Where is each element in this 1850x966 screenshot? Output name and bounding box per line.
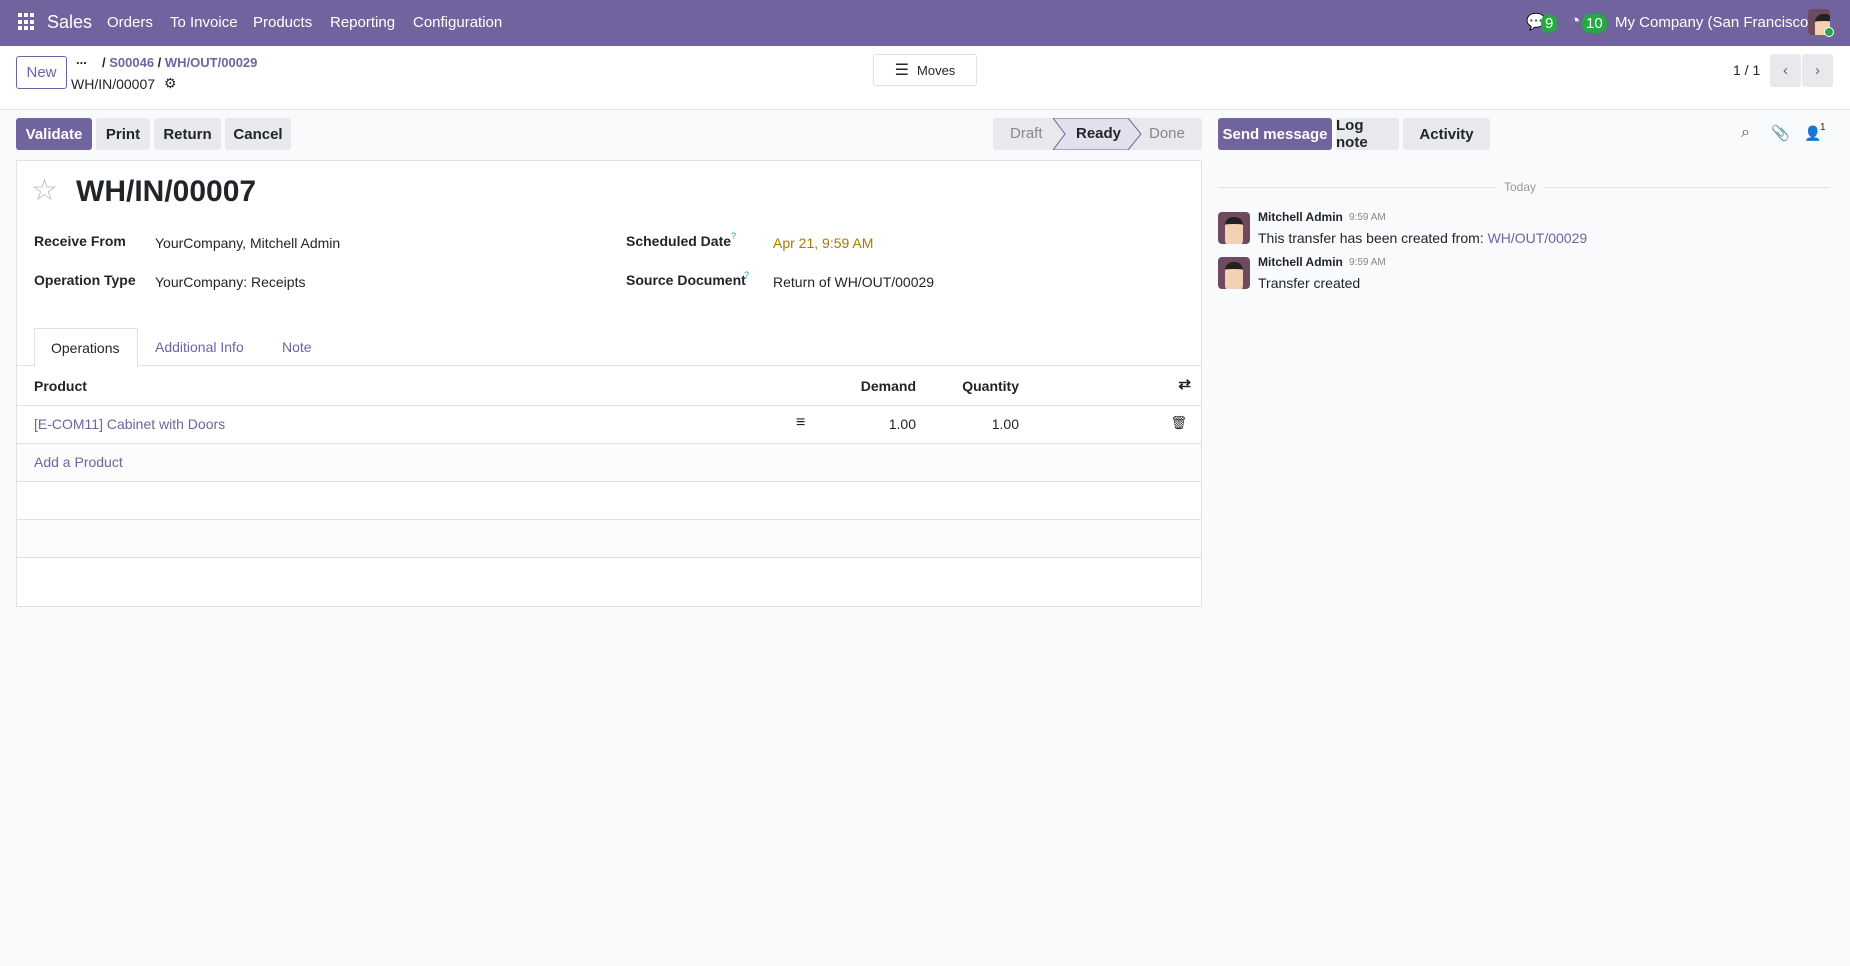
message-body: Transfer created [1258, 275, 1361, 291]
scheduled-date-value[interactable]: Apr 21, 9:59 AM [773, 235, 873, 251]
top-navbar: Sales Orders To Invoice Products Reporti… [0, 0, 1850, 46]
app-name[interactable]: Sales [47, 12, 92, 33]
operation-type-label: Operation Type [34, 272, 136, 288]
message-author[interactable]: Mitchell Admin [1258, 210, 1343, 224]
tabs: Operations Additional Info Note [17, 328, 1201, 367]
page-title: WH/IN/00007 [71, 76, 156, 92]
message-body: This transfer has been created from: WH/… [1258, 230, 1587, 246]
menu-configuration[interactable]: Configuration [413, 14, 502, 31]
trash-icon[interactable]: 🗑 [1170, 415, 1187, 431]
menu-products[interactable]: Products [253, 14, 312, 31]
gear-icon[interactable]: ⚙ [164, 75, 177, 92]
pager-next-button[interactable]: › [1802, 54, 1833, 87]
menu-orders[interactable]: Orders [107, 14, 153, 31]
status-bar: Draft Ready Done [993, 118, 1202, 150]
validate-button[interactable]: Validate [16, 118, 92, 150]
company-switcher[interactable]: My Company (San Francisco) [1615, 14, 1813, 31]
activity-button[interactable]: Activity [1403, 118, 1490, 150]
moves-button[interactable]: ☰ Moves [873, 54, 977, 86]
cancel-button[interactable]: Cancel [225, 118, 291, 150]
tab-additional-info[interactable]: Additional Info [155, 339, 244, 355]
status-draft[interactable]: Draft [1010, 125, 1043, 142]
author-avatar[interactable] [1218, 212, 1250, 244]
detailed-operations-icon[interactable]: ≡ [796, 414, 805, 432]
breadcrumb-wh-out[interactable]: WH/OUT/00029 [165, 55, 257, 70]
add-product-link[interactable]: Add a Product [34, 454, 123, 470]
pager-value[interactable]: 1 / 1 [1733, 62, 1760, 78]
online-status-icon [1824, 27, 1834, 37]
column-demand[interactable]: Demand [861, 378, 916, 394]
breadcrumb: / S00046 / WH/OUT/00029 [102, 55, 258, 70]
moves-label: Moves [917, 62, 956, 78]
table-header: Product Demand Quantity ⇄ [17, 366, 1201, 406]
control-panel: New ... / S00046 / WH/OUT/00029 WH/IN/00… [0, 46, 1850, 110]
tab-operations[interactable]: Operations [34, 328, 138, 367]
source-document-label: Source Document [626, 272, 746, 288]
breadcrumb-s00046[interactable]: S00046 [109, 55, 154, 70]
activity-icon[interactable]: ◔ [1570, 11, 1580, 31]
optional-columns-icon[interactable]: ⇄ [1178, 375, 1191, 393]
receive-from-value[interactable]: YourCompany, Mitchell Admin [155, 235, 340, 251]
empty-row [17, 520, 1201, 558]
author-avatar[interactable] [1218, 257, 1250, 289]
message-link[interactable]: WH/OUT/00029 [1488, 230, 1588, 246]
help-icon[interactable]: ? [744, 270, 749, 280]
form-sheet: ☆ WH/IN/00007 Receive From YourCompany, … [16, 160, 1202, 607]
menu-reporting[interactable]: Reporting [330, 14, 395, 31]
new-button[interactable]: New [16, 56, 67, 89]
scheduled-date-label: Scheduled Date [626, 233, 732, 249]
date-separator: Today [1496, 180, 1545, 194]
breadcrumb-more[interactable]: ... [76, 52, 87, 67]
message-time: 9:59 AM [1349, 257, 1386, 268]
followers-icon[interactable]: 👤 [1804, 125, 1821, 142]
receive-from-label: Receive From [34, 233, 126, 249]
message-author[interactable]: Mitchell Admin [1258, 255, 1343, 269]
empty-row [17, 482, 1201, 520]
record-title: WH/IN/00007 [76, 175, 257, 208]
message-time: 9:59 AM [1349, 212, 1386, 223]
paperclip-icon[interactable]: 📎 [1771, 124, 1790, 142]
table-row[interactable]: [E-COM11] Cabinet with Doors ≡ 1.00 1.00… [17, 406, 1201, 444]
column-quantity[interactable]: Quantity [962, 378, 1019, 394]
star-icon[interactable]: ☆ [31, 173, 58, 208]
status-done[interactable]: Done [1149, 125, 1185, 142]
activity-badge: 10 [1582, 14, 1607, 33]
quantity-value[interactable]: 1.00 [992, 416, 1019, 432]
search-icon[interactable]: ⌕ [1741, 124, 1750, 142]
product-link[interactable]: [E-COM11] Cabinet with Doors [34, 416, 225, 432]
apps-menu-icon[interactable] [18, 13, 36, 31]
pager-previous-button[interactable]: ‹ [1770, 54, 1801, 87]
demand-value: 1.00 [888, 416, 916, 432]
source-document-value[interactable]: Return of WH/OUT/00029 [773, 274, 934, 290]
status-ready[interactable]: Ready [1076, 125, 1121, 142]
message-text: This transfer has been created from: [1258, 230, 1488, 246]
print-button[interactable]: Print [96, 118, 150, 150]
operation-type-value[interactable]: YourCompany: Receipts [155, 274, 305, 290]
tab-note[interactable]: Note [282, 339, 312, 355]
log-note-button[interactable]: Log note [1336, 117, 1399, 151]
add-product-row: Add a Product [17, 444, 1201, 482]
help-icon[interactable]: ? [731, 231, 736, 241]
messages-badge: 9 [1541, 14, 1558, 33]
send-message-button[interactable]: Send message [1218, 118, 1332, 150]
menu-to-invoice[interactable]: To Invoice [170, 14, 238, 31]
column-product[interactable]: Product [34, 378, 87, 394]
followers-count: 1 [1820, 122, 1826, 133]
list-icon: ☰ [894, 62, 910, 79]
return-button[interactable]: Return [154, 118, 221, 150]
